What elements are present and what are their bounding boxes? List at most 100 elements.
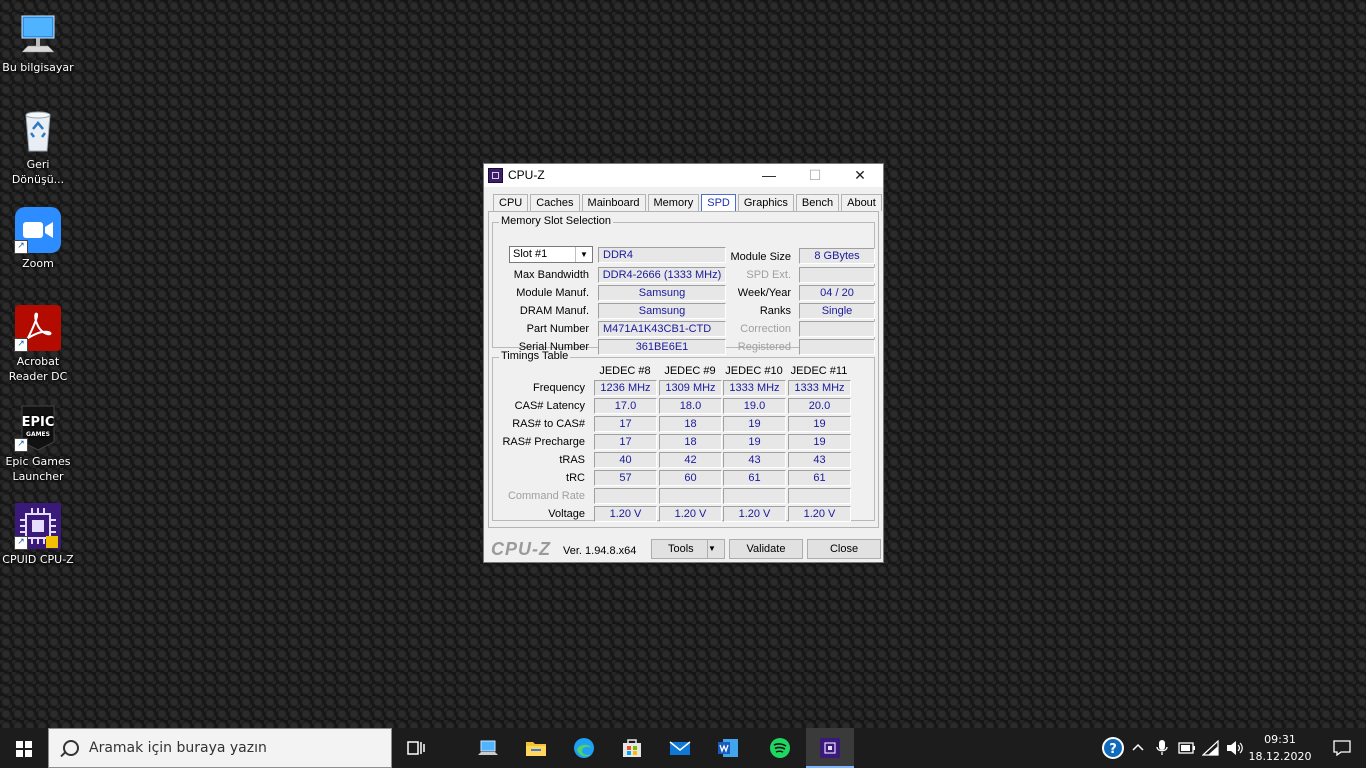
desktop-icon-cpu-z[interactable]: ↗ CPUID CPU-Z (0, 502, 76, 567)
microphone-button[interactable] (1152, 728, 1172, 768)
desktop-icon-acrobat[interactable]: ↗ Acrobat Reader DC (0, 304, 76, 384)
desktop-icon-label: Zoom (22, 257, 54, 270)
timings-table-group: Timings Table JEDEC #8 JEDEC #9 JEDEC #1… (492, 350, 875, 522)
taskbar-app-word[interactable] (704, 728, 752, 768)
desktop-icon-recycle-bin[interactable]: Geri Dönüşü... (0, 107, 76, 187)
part-number-field: M471A1K43CB1-CTD (598, 321, 726, 337)
taskbar-clock[interactable]: 09:31 18.12.2020 (1246, 731, 1314, 765)
timing-cell: 19 (788, 416, 851, 432)
tab-spd[interactable]: SPD (701, 194, 736, 212)
timings-row-label-cas: CAS# Latency (514, 400, 585, 412)
taskbar-app-cpu-z[interactable] (806, 728, 854, 768)
taskbar-app-edge[interactable] (560, 728, 608, 768)
window-title: CPU-Z (508, 168, 545, 182)
notifications-button[interactable] (1318, 728, 1366, 768)
speaker-icon (1227, 741, 1243, 755)
desktop-icon-this-pc[interactable]: Bu bilgisayar (0, 10, 76, 75)
zoom-icon: ↗ (14, 206, 62, 254)
wifi-icon (1202, 740, 1219, 756)
tab-about[interactable]: About (841, 194, 882, 211)
desktop-icon-label: Epic Games Launcher (5, 455, 71, 483)
tab-mainboard[interactable]: Mainboard (581, 194, 646, 211)
timing-cell: 60 (659, 470, 722, 486)
tab-graphics[interactable]: Graphics (737, 194, 794, 211)
network-button[interactable] (1200, 728, 1222, 768)
taskbar-app-store[interactable] (608, 728, 656, 768)
timing-cell: 19 (723, 434, 786, 450)
task-view-icon (407, 741, 425, 755)
desktop-icon-label: Bu bilgisayar (2, 61, 74, 74)
clock-date: 18.12.2020 (1248, 750, 1312, 763)
timing-cell (594, 488, 657, 504)
desktop-icon-label: Acrobat Reader DC (8, 355, 68, 383)
help-button[interactable]: ? (1100, 728, 1126, 768)
validate-button[interactable]: Validate (729, 539, 803, 559)
timing-cell: 40 (594, 452, 657, 468)
timings-row-label-frequency: Frequency (533, 382, 585, 394)
timing-cell: 1333 MHz (723, 380, 786, 396)
timing-cell (723, 488, 786, 504)
cpu-z-window: CPU-Z — ☐ ✕ CPU Caches Mainboard Memory … (483, 163, 884, 563)
memory-slot-selection-group: Memory Slot Selection Slot #1 ▼ DDR4 Max… (492, 215, 875, 355)
maximize-button[interactable]: ☐ (792, 164, 838, 187)
module-size-label: Module Size (730, 251, 791, 263)
taskbar-app-mail[interactable] (656, 728, 704, 768)
timing-cell (659, 488, 722, 504)
week-year-field: 04 / 20 (799, 285, 875, 301)
task-view-button[interactable] (392, 728, 440, 768)
desktop-icon-epic-games[interactable]: EPIC GAMES ↗ Epic Games Launcher (0, 404, 76, 484)
battery-button[interactable] (1176, 728, 1198, 768)
close-button[interactable]: Close (807, 539, 881, 559)
clock-time: 09:31 (1264, 733, 1296, 746)
timing-cell: 57 (594, 470, 657, 486)
timings-column-header: JEDEC #10 (725, 365, 783, 377)
part-number-label: Part Number (526, 323, 589, 335)
help-icon: ? (1102, 737, 1124, 759)
timings-table-legend: Timings Table (499, 350, 571, 362)
taskbar-search-box[interactable]: Aramak için buraya yazın (48, 728, 392, 768)
spotify-icon (770, 738, 790, 758)
volume-button[interactable] (1224, 728, 1246, 768)
window-titlebar[interactable]: CPU-Z — ☐ ✕ (484, 164, 883, 187)
show-hidden-icons-button[interactable] (1128, 728, 1148, 768)
tab-bench[interactable]: Bench (795, 194, 840, 211)
minimize-button[interactable]: — (746, 164, 792, 187)
acrobat-reader-icon: ↗ (14, 304, 62, 352)
registered-field (799, 339, 875, 355)
desktop-icon-zoom[interactable]: ↗ Zoom (0, 206, 76, 271)
taskbar-app-file-explorer[interactable] (512, 728, 560, 768)
correction-label: Correction (740, 323, 791, 335)
tab-bar: CPU Caches Mainboard Memory SPD Graphics… (493, 194, 884, 212)
timing-cell: 43 (723, 452, 786, 468)
recycle-bin-icon (14, 107, 62, 155)
ranks-field: Single (799, 303, 875, 319)
search-placeholder: Aramak için buraya yazın (89, 740, 267, 756)
tools-button[interactable]: Tools ▼ (651, 539, 725, 559)
taskbar-app-spotify[interactable] (756, 728, 804, 768)
tab-memory[interactable]: Memory (647, 194, 700, 211)
timing-cell (788, 488, 851, 504)
timing-cell: 1309 MHz (659, 380, 722, 396)
chevron-down-icon[interactable]: ▼ (575, 247, 592, 262)
taskbar: Aramak için buraya yazın ? 09:31 18.12.2… (0, 728, 1366, 768)
taskbar-app-mypc[interactable] (464, 728, 512, 768)
spd-panel: Memory Slot Selection Slot #1 ▼ DDR4 Max… (488, 211, 879, 528)
week-year-label: Week/Year (737, 287, 791, 299)
tab-caches[interactable]: Caches (530, 194, 580, 211)
timings-column-header: JEDEC #9 (664, 365, 716, 377)
timings-row-label-ras-to-cas: RAS# to CAS# (512, 418, 585, 430)
svg-text:?: ? (1109, 742, 1117, 757)
battery-icon (1178, 742, 1195, 754)
start-button[interactable] (0, 728, 48, 768)
slot-select[interactable]: Slot #1 ▼ (509, 246, 593, 263)
chevron-down-icon[interactable]: ▼ (707, 540, 724, 558)
timing-cell: 20.0 (788, 398, 851, 414)
timings-column-header: JEDEC #11 (790, 365, 848, 377)
cpu-z-brand: CPU-Z (491, 539, 551, 559)
close-window-button[interactable]: ✕ (837, 164, 883, 187)
tab-cpu[interactable]: CPU (493, 194, 529, 211)
tools-button-label: Tools (668, 543, 694, 555)
timing-cell: 1.20 V (659, 506, 722, 522)
serial-number-field: 361BE6E1 (598, 339, 726, 355)
window-footer: CPU-Z Ver. 1.94.8.x64 Tools ▼ Validate C… (484, 536, 883, 562)
